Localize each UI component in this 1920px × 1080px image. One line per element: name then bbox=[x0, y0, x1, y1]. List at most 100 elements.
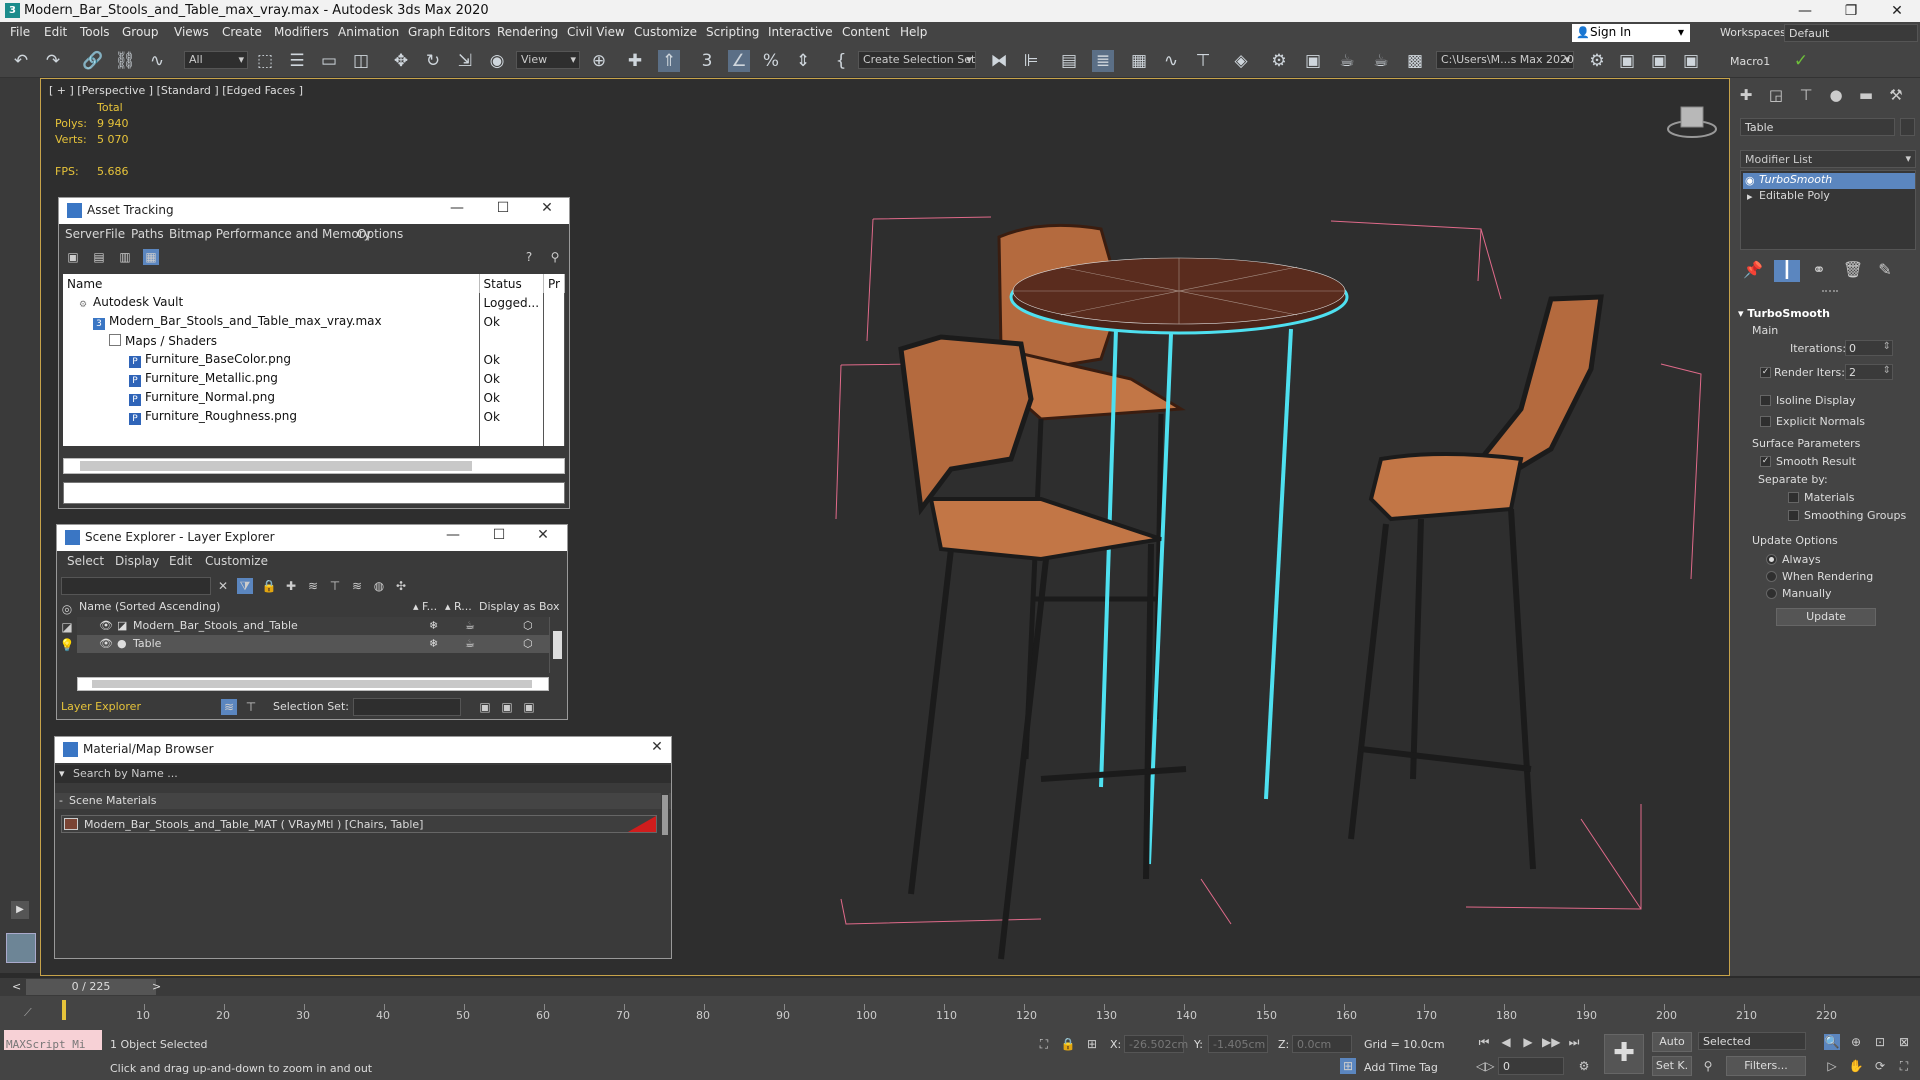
list-icon[interactable]: ▤ bbox=[91, 249, 107, 265]
rollout-turbosmooth[interactable]: ▾ TurboSmooth bbox=[1738, 307, 1830, 320]
asset-minimize-button[interactable]: — bbox=[445, 200, 469, 220]
scene-col-name[interactable]: Name (Sorted Ascending) bbox=[79, 600, 220, 613]
time-slider-thumb[interactable]: 0 / 225 bbox=[26, 979, 156, 995]
layer-mode-icon[interactable]: ≋ bbox=[221, 699, 237, 715]
set-project-icon[interactable]: ⚙ bbox=[1586, 50, 1608, 72]
smoothing-groups-checkbox[interactable] bbox=[1788, 510, 1799, 521]
x-coordinate-field[interactable]: -26.502cm bbox=[1124, 1035, 1188, 1053]
make-unique-icon[interactable]: ⚭ bbox=[1806, 260, 1832, 282]
hierarchy-mode-icon[interactable]: ⊤ bbox=[243, 699, 259, 715]
z-coordinate-field[interactable]: 0.0cm bbox=[1292, 1035, 1352, 1053]
scene-col-freeze[interactable]: ▴ F... bbox=[413, 600, 437, 613]
explicit-normals-checkbox[interactable] bbox=[1760, 416, 1771, 427]
key-filter-dropdown[interactable]: Selected bbox=[1698, 1032, 1806, 1050]
prev-frame-arrow-icon[interactable]: < bbox=[12, 980, 21, 993]
bind-spacewarp-icon[interactable]: ∿ bbox=[146, 50, 168, 72]
spinner-snap-icon[interactable]: ⇕ bbox=[792, 50, 814, 72]
menu-animation[interactable]: Animation bbox=[338, 25, 399, 39]
col-status[interactable]: Status bbox=[479, 274, 545, 293]
table-row[interactable]: P Furniture_Roughness.png Ok bbox=[63, 407, 565, 426]
layer-explorer-label[interactable]: Layer Explorer bbox=[61, 700, 141, 713]
asset-tracking-titlebar[interactable]: Asset Tracking — ☐ ✕ bbox=[59, 198, 569, 224]
modify-tab-icon[interactable]: ◲ bbox=[1764, 86, 1788, 106]
display-tab-icon[interactable]: ▬ bbox=[1854, 86, 1878, 106]
menu-graph-editors[interactable]: Graph Editors bbox=[408, 25, 490, 39]
table-row[interactable]: P Furniture_Normal.png Ok bbox=[63, 388, 565, 407]
menu-customize[interactable]: Customize bbox=[634, 25, 697, 39]
stack-item-editable-poly[interactable]: ▸ Editable Poly bbox=[1743, 189, 1915, 205]
window-crossing-icon[interactable]: ◫ bbox=[350, 50, 372, 72]
material-scrollbar[interactable] bbox=[661, 793, 669, 955]
manually-radio[interactable] bbox=[1766, 588, 1777, 599]
next-frame-arrow-icon[interactable]: > bbox=[152, 980, 161, 993]
vault-icon[interactable]: ▣ bbox=[65, 249, 81, 265]
motion-tab-icon[interactable]: ● bbox=[1824, 86, 1848, 106]
tree-icon[interactable]: ▥ bbox=[117, 249, 133, 265]
table-row[interactable]: ⚙ Autodesk Vault Logged... bbox=[63, 293, 565, 312]
material-close-button[interactable]: ✕ bbox=[645, 739, 669, 759]
sign-in-dropdown[interactable]: 👤 Sign In bbox=[1572, 24, 1690, 42]
new-layer-icon[interactable]: ✚ bbox=[283, 578, 299, 594]
named-selection-set-dropdown[interactable]: Create Selection Set bbox=[858, 51, 976, 69]
go-to-end-icon[interactable]: ⏭ bbox=[1566, 1034, 1582, 1050]
show-end-result-icon[interactable]: ┃ bbox=[1774, 260, 1800, 282]
object-color-swatch[interactable] bbox=[1900, 118, 1915, 136]
maximize-viewport-icon[interactable]: ⛶ bbox=[1896, 1058, 1912, 1074]
zoom-extents-icon[interactable]: ⊡ bbox=[1872, 1034, 1888, 1050]
hierarchy-icon[interactable]: ⊤ bbox=[327, 578, 343, 594]
materials-checkbox[interactable] bbox=[1788, 492, 1799, 503]
asset-horizontal-scrollbar[interactable] bbox=[63, 458, 565, 474]
freeze-icon[interactable]: ❄ bbox=[429, 637, 438, 650]
menu-help[interactable]: Help bbox=[900, 25, 927, 39]
eye-icon[interactable]: 👁 bbox=[99, 637, 113, 650]
asset-menu-server[interactable]: Server bbox=[65, 227, 104, 241]
table-view-icon[interactable]: ▦ bbox=[143, 249, 159, 265]
display-all-icon[interactable]: ◎ bbox=[59, 601, 75, 617]
display-lights-icon[interactable]: 💡 bbox=[59, 637, 75, 653]
asset-menu-paths[interactable]: Paths bbox=[131, 227, 164, 241]
play-icon[interactable]: ▶ bbox=[1520, 1034, 1536, 1050]
stack-item-turbosmooth[interactable]: ◉ TurboSmooth bbox=[1743, 173, 1915, 189]
selection-set-dropdown[interactable] bbox=[353, 698, 461, 716]
freeze-icon[interactable]: ❄ bbox=[429, 619, 438, 632]
macro-label[interactable]: Macro1 bbox=[1730, 55, 1770, 68]
layers-icon[interactable]: ≋ bbox=[305, 578, 321, 594]
curve-editor-mini-icon[interactable]: ⟋ bbox=[24, 1006, 32, 1020]
update-button[interactable]: Update bbox=[1776, 608, 1876, 626]
scale-icon[interactable]: ⇲ bbox=[454, 50, 476, 72]
reference-coordinate-dropdown[interactable]: View bbox=[516, 51, 580, 69]
menu-file[interactable]: File bbox=[10, 25, 30, 39]
menu-modifiers[interactable]: Modifiers bbox=[274, 25, 329, 39]
keyboard-shortcut-override-icon[interactable]: ⇑ bbox=[658, 50, 680, 72]
snaps-toggle-icon[interactable]: 3 bbox=[696, 50, 718, 72]
workspace-select[interactable]: Default bbox=[1784, 24, 1918, 42]
pin-icon[interactable]: ⚲ bbox=[547, 249, 563, 265]
time-config-icon[interactable]: ⚙ bbox=[1576, 1058, 1592, 1074]
help-icon[interactable]: ? bbox=[521, 249, 537, 265]
zoom-extents-all-icon[interactable]: ⊠ bbox=[1896, 1034, 1912, 1050]
pivot-center-icon[interactable]: ⊕ bbox=[588, 50, 610, 72]
box-icon[interactable]: ⬡ bbox=[523, 619, 533, 632]
expand-arrow-icon[interactable]: ▸ bbox=[1747, 190, 1753, 203]
smooth-result-checkbox[interactable]: ✓ bbox=[1760, 456, 1771, 467]
sel-set-icon-1[interactable]: ▣ bbox=[477, 699, 493, 715]
unlink-icon[interactable]: ⛓ bbox=[114, 50, 136, 72]
always-radio[interactable] bbox=[1766, 554, 1777, 565]
col-pr[interactable]: Pr bbox=[543, 274, 565, 293]
viewcube[interactable] bbox=[1667, 106, 1717, 138]
render-iters-checkbox[interactable]: ✓ bbox=[1760, 367, 1771, 378]
table-row[interactable]: P Furniture_Metallic.png Ok bbox=[63, 369, 565, 388]
redo-icon[interactable]: ↷ bbox=[42, 50, 64, 72]
hierarchy-tab-icon[interactable]: ⊤ bbox=[1794, 86, 1818, 106]
set-key-button[interactable]: ✚ bbox=[1604, 1034, 1644, 1074]
field-of-view-icon[interactable]: ▷ bbox=[1824, 1058, 1840, 1074]
selection-filter-dropdown[interactable]: All bbox=[184, 51, 248, 69]
scene-menu-edit[interactable]: Edit bbox=[169, 554, 192, 568]
project-icon-4[interactable]: ▣ bbox=[1680, 50, 1702, 72]
scene-explorer-titlebar[interactable]: Scene Explorer - Layer Explorer — ☐ ✕ bbox=[57, 525, 567, 551]
render-cloud-icon[interactable]: ▩ bbox=[1404, 50, 1426, 72]
col-name[interactable]: Name bbox=[63, 274, 480, 293]
menu-create[interactable]: Create bbox=[222, 25, 262, 39]
highlight-icon[interactable]: ◍ bbox=[371, 578, 387, 594]
restore-button[interactable]: ❐ bbox=[1828, 0, 1874, 22]
